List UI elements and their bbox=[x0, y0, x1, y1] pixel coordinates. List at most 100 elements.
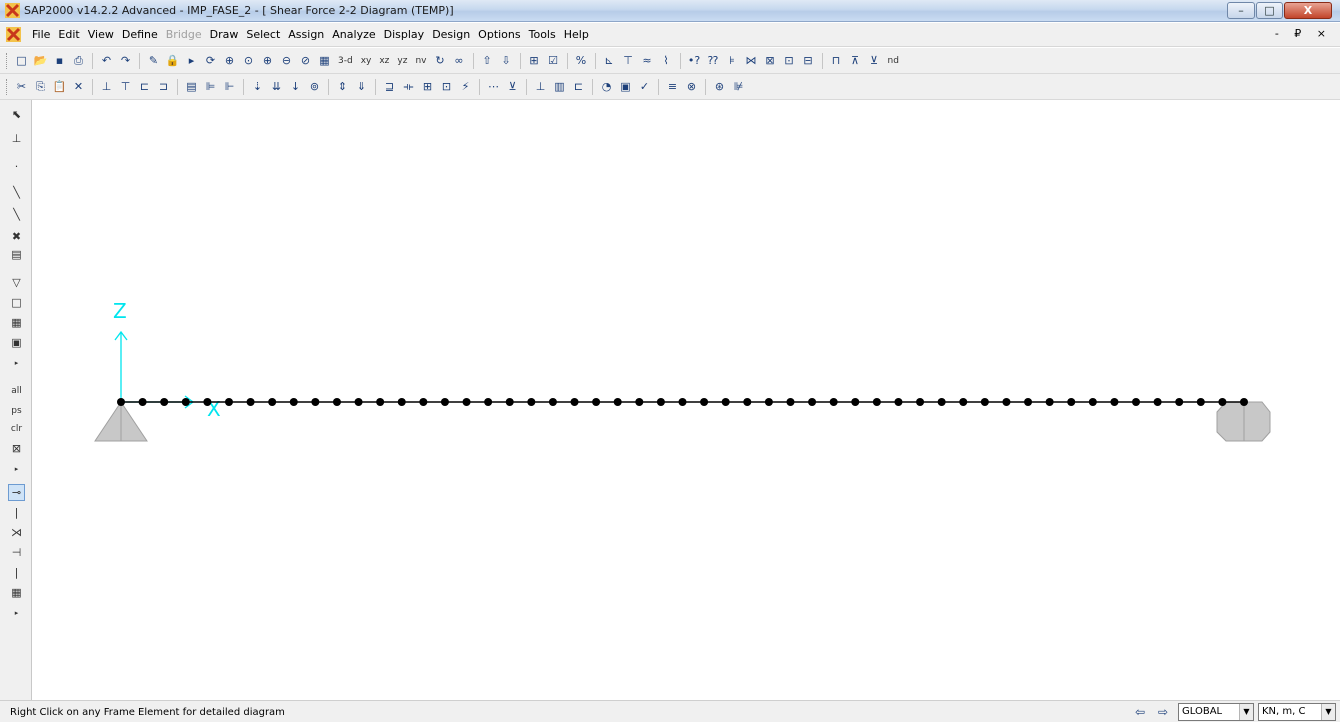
frame-joint[interactable] bbox=[570, 398, 579, 406]
model-drawing[interactable]: Z X bbox=[33, 100, 1340, 700]
design-groups-icon[interactable]: ≡ bbox=[664, 78, 681, 95]
frame-joint[interactable] bbox=[1196, 398, 1205, 406]
frame-joint[interactable] bbox=[138, 398, 147, 406]
show-forces-icon[interactable]: ⌇ bbox=[658, 52, 675, 69]
frame-joint[interactable] bbox=[397, 398, 406, 406]
frame-joint[interactable] bbox=[1024, 398, 1033, 406]
design-concrete-icon[interactable]: ⊡ bbox=[781, 52, 798, 69]
show-plot-functions-icon[interactable]: ⊧ bbox=[724, 52, 741, 69]
design-verify-icon[interactable]: ✓ bbox=[636, 78, 653, 95]
show-tables-icon[interactable]: ⋈ bbox=[743, 52, 760, 69]
show-frame-forces-icon[interactable]: ⊒ bbox=[381, 78, 398, 95]
quick-draw-secondary-icon[interactable]: ▤ bbox=[8, 246, 25, 263]
frame-joint[interactable] bbox=[462, 398, 471, 406]
menu-design[interactable]: Design bbox=[432, 28, 478, 41]
frame-joint[interactable] bbox=[851, 398, 860, 406]
run-analysis-icon[interactable]: ▸ bbox=[183, 52, 200, 69]
snap-intersections-icon[interactable]: ⋊ bbox=[8, 524, 25, 541]
show-stresses-icon[interactable]: ⊞ bbox=[419, 78, 436, 95]
menu-file[interactable]: File bbox=[32, 28, 58, 41]
document-icon[interactable] bbox=[6, 27, 21, 42]
show-loads-icon[interactable]: ⊤ bbox=[620, 52, 637, 69]
frame-joint[interactable] bbox=[440, 398, 449, 406]
frame-joint[interactable] bbox=[1002, 398, 1011, 406]
frame-joint[interactable] bbox=[1153, 398, 1162, 406]
set-display-options-icon[interactable]: ☑ bbox=[545, 52, 562, 69]
open-file-icon[interactable]: 📂 bbox=[32, 52, 49, 69]
frame-joint[interactable] bbox=[721, 398, 730, 406]
frame-joint[interactable] bbox=[1218, 398, 1227, 406]
zoom-previous-icon[interactable]: ⊘ bbox=[297, 52, 314, 69]
frame-joint[interactable] bbox=[1240, 398, 1248, 406]
frame-joint[interactable] bbox=[289, 398, 298, 406]
show-influence-icon[interactable]: ⁇ bbox=[705, 52, 722, 69]
show-solid-icon[interactable]: ▥ bbox=[551, 78, 568, 95]
joint-constraints-icon[interactable]: ⊤ bbox=[117, 78, 134, 95]
select-all-button[interactable]: all bbox=[8, 382, 25, 399]
draw-tendon-icon[interactable]: ⊻ bbox=[866, 52, 883, 69]
frame-joint[interactable] bbox=[484, 398, 493, 406]
show-deformed-icon[interactable]: ≈ bbox=[639, 52, 656, 69]
menu-tools[interactable]: Tools bbox=[529, 28, 564, 41]
frame-joint[interactable] bbox=[203, 398, 212, 406]
frame-joint[interactable] bbox=[354, 398, 363, 406]
design-check-icon[interactable]: ◔ bbox=[598, 78, 615, 95]
pointer-icon[interactable]: ⬉ bbox=[8, 106, 25, 123]
frame-joint[interactable] bbox=[678, 398, 687, 406]
design-steel-icon[interactable]: ⊠ bbox=[762, 52, 779, 69]
save-icon[interactable]: ▪ bbox=[51, 52, 68, 69]
menu-edit[interactable]: Edit bbox=[58, 28, 87, 41]
frame-joint[interactable] bbox=[764, 398, 773, 406]
frame-joint[interactable] bbox=[656, 398, 665, 406]
show-base-icon[interactable]: ⊥ bbox=[532, 78, 549, 95]
show-undeformed-icon[interactable]: ⊾ bbox=[601, 52, 618, 69]
paste-icon[interactable]: 📋 bbox=[51, 78, 68, 95]
copy-icon[interactable]: ⎘ bbox=[32, 78, 49, 95]
joint-loads-icon[interactable]: ⇣ bbox=[249, 78, 266, 95]
redo-icon[interactable]: ↷ bbox=[117, 52, 134, 69]
snap-ends-icon[interactable]: | bbox=[8, 504, 25, 521]
intersecting-line-select-icon[interactable]: ⊠ bbox=[8, 440, 25, 457]
print-icon[interactable]: ⎙ bbox=[70, 52, 87, 69]
frame-joint[interactable] bbox=[505, 398, 514, 406]
draw-special-joint-icon[interactable]: · bbox=[8, 158, 25, 175]
move-up-icon[interactable]: ⇧ bbox=[479, 52, 496, 69]
quick-draw-area-icon[interactable]: ▦ bbox=[8, 314, 25, 331]
toolbar-grip[interactable] bbox=[6, 78, 9, 95]
show-moments-icon[interactable]: ⊻ bbox=[504, 78, 521, 95]
maximize-button[interactable]: □ bbox=[1256, 2, 1283, 19]
frame-joint[interactable] bbox=[635, 398, 644, 406]
frame-joint[interactable] bbox=[743, 398, 752, 406]
zoom-in-icon[interactable]: ⊕ bbox=[259, 52, 276, 69]
undo-icon[interactable]: ↶ bbox=[98, 52, 115, 69]
expand-toolbar-icon[interactable]: ▸ bbox=[8, 460, 25, 477]
link-properties-icon[interactable]: ⊫ bbox=[202, 78, 219, 95]
frame-joint[interactable] bbox=[311, 398, 320, 406]
arrow-right-icon[interactable]: ⇨ bbox=[1154, 704, 1172, 720]
view-xy-button[interactable]: xy bbox=[358, 52, 375, 69]
perspective-icon[interactable]: ∞ bbox=[451, 52, 468, 69]
menu-define[interactable]: Define bbox=[122, 28, 166, 41]
pan-icon[interactable]: ▦ bbox=[316, 52, 333, 69]
menu-assign[interactable]: Assign bbox=[288, 28, 332, 41]
view-xz-button[interactable]: xz bbox=[376, 52, 392, 69]
frame-joint[interactable] bbox=[1088, 398, 1097, 406]
area-loads-icon[interactable]: ⇕ bbox=[334, 78, 351, 95]
menu-analyze[interactable]: Analyze bbox=[332, 28, 383, 41]
cut-icon[interactable]: ✂ bbox=[13, 78, 30, 95]
frame-joint[interactable] bbox=[613, 398, 622, 406]
model-view-canvas[interactable]: Z X bbox=[33, 100, 1340, 700]
temperature-load-icon[interactable]: ⊚ bbox=[306, 78, 323, 95]
frame-joint[interactable] bbox=[332, 398, 341, 406]
frame-joint[interactable] bbox=[1045, 398, 1054, 406]
frame-joint[interactable] bbox=[419, 398, 428, 406]
draw-solid-icon[interactable]: ▣ bbox=[8, 334, 25, 351]
menu-view[interactable]: View bbox=[88, 28, 122, 41]
frame-joint[interactable] bbox=[181, 398, 190, 406]
menu-help[interactable]: Help bbox=[564, 28, 597, 41]
frame-sections-icon[interactable]: ⊏ bbox=[136, 78, 153, 95]
joint-restraints-icon[interactable]: ⊥ bbox=[98, 78, 115, 95]
quick-draw-frame-icon[interactable]: ╲ bbox=[8, 206, 25, 223]
child-window-controls[interactable]: - ₽ × bbox=[1275, 27, 1332, 40]
show-tendon-forces-icon[interactable]: ⋯ bbox=[485, 78, 502, 95]
